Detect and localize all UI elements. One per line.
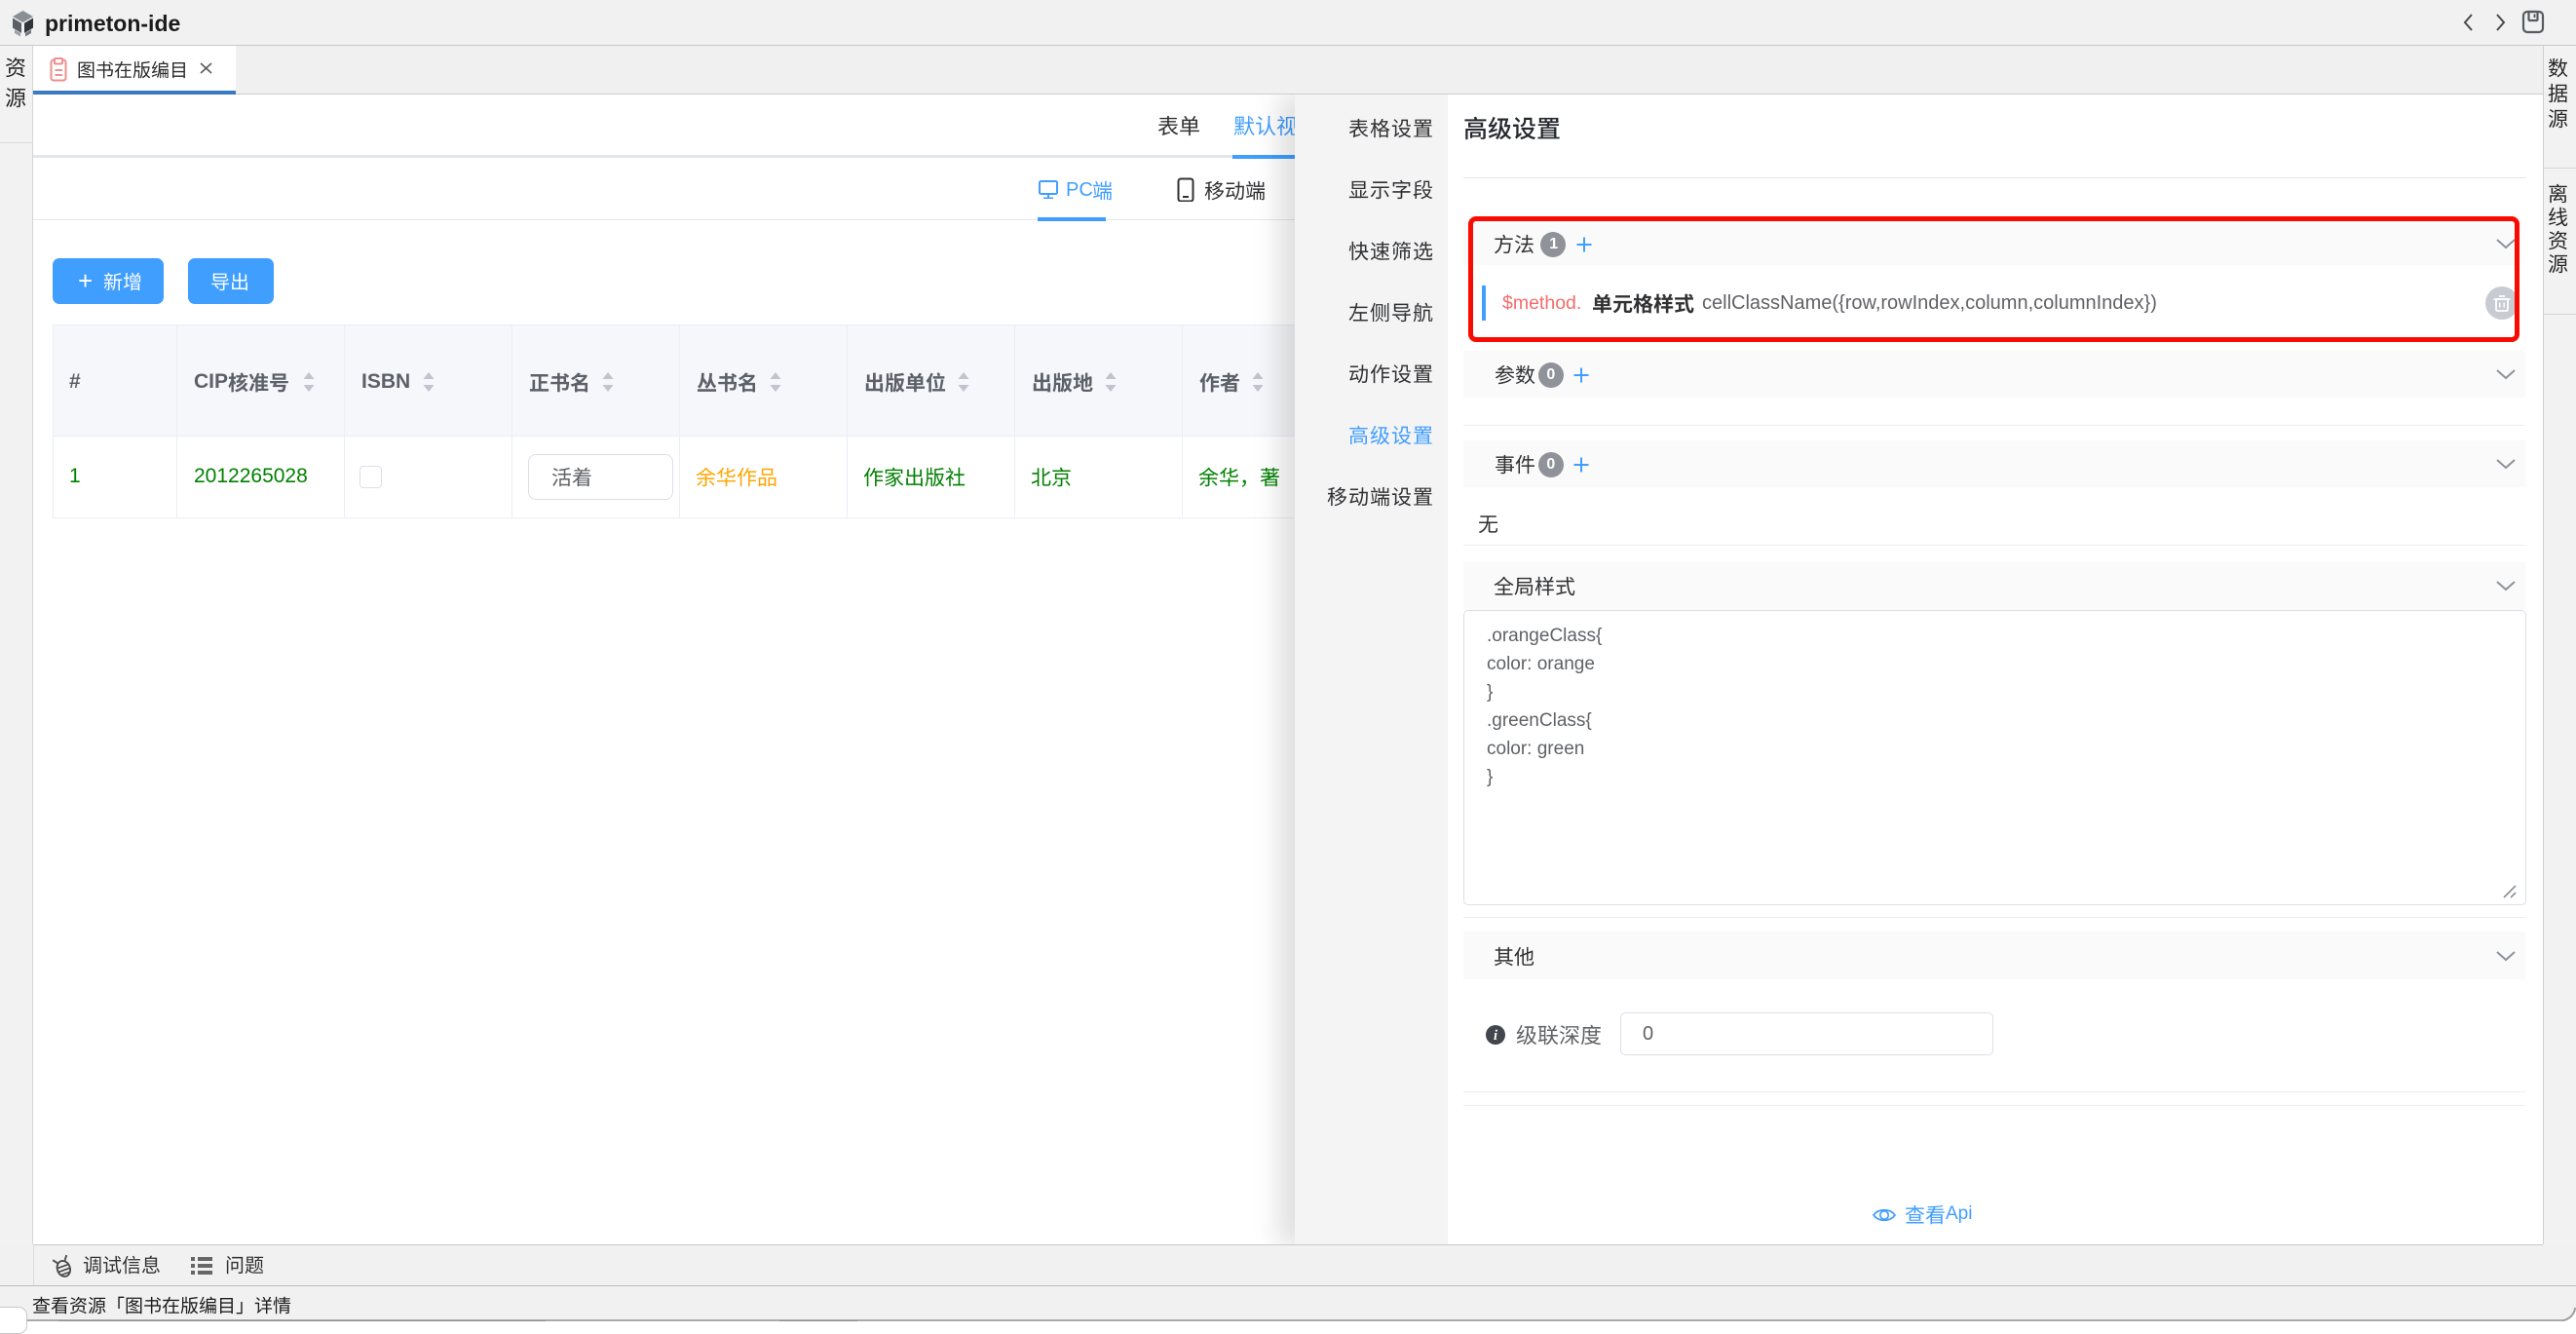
svg-text:i: i: [1494, 1028, 1497, 1044]
